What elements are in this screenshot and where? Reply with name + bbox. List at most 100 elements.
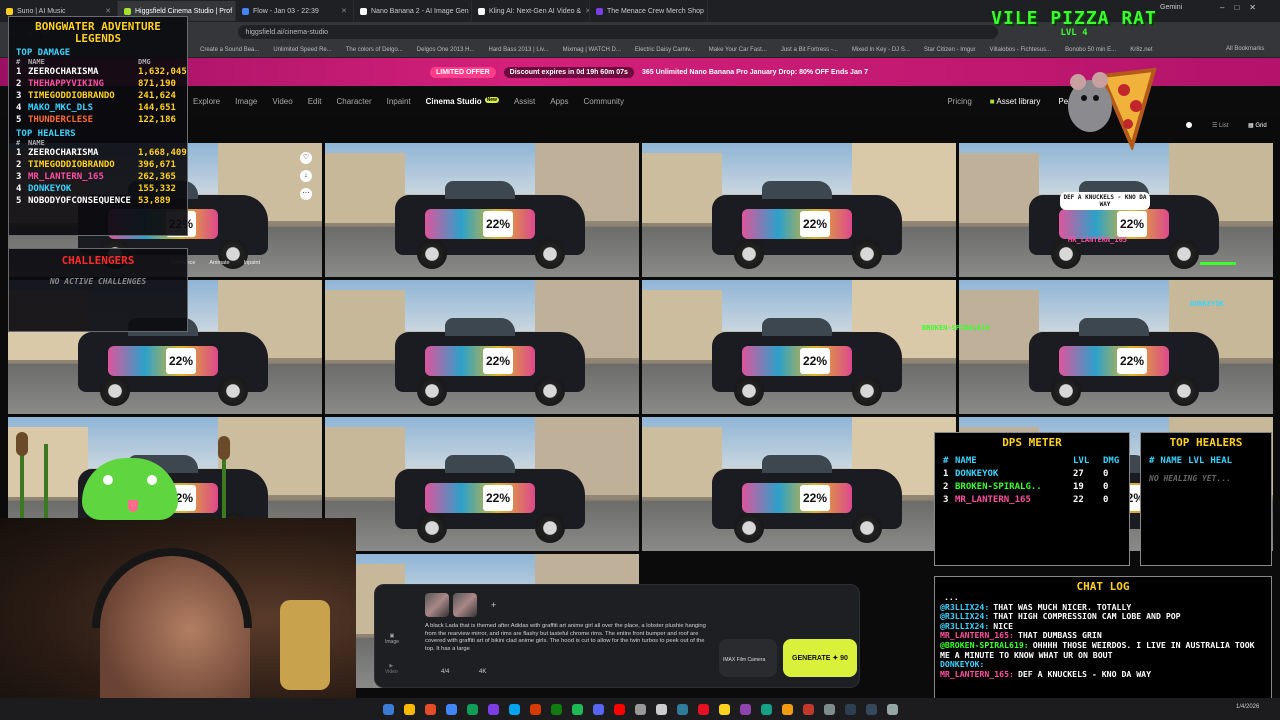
bookmark-item[interactable]: Hard Bass 2013 | Liv... xyxy=(488,47,548,53)
bookmark-item[interactable]: Unlimited Speed Re... xyxy=(273,47,331,53)
taskbar-app-icon[interactable] xyxy=(823,703,835,715)
list-view-button[interactable]: ☰ List xyxy=(1212,122,1228,129)
taskbar-app-icon[interactable] xyxy=(487,703,499,715)
bookmark-item[interactable]: Star Citizen - Imgur xyxy=(924,47,976,53)
dps-name: 2 BROKEN-SPIRALG.. xyxy=(943,481,1073,494)
batch-count[interactable]: 4/4 xyxy=(441,669,449,675)
asset-library-button[interactable]: ■ Asset library xyxy=(990,97,1041,106)
bookmark-item[interactable]: The colors of Delgo... xyxy=(346,47,403,53)
chat-line: MR_LANTERN_165: DEF A KNUCKELS - KNO DA W… xyxy=(935,669,1271,680)
taskbar-app-icon[interactable] xyxy=(550,703,562,715)
image-tile[interactable]: 22% xyxy=(959,280,1273,414)
inpaint-button[interactable]: Inpaint xyxy=(244,260,261,266)
nav-item[interactable]: Explore xyxy=(193,97,220,106)
url-field[interactable]: higgsfield.ai/cinema-studio xyxy=(237,25,998,39)
car-graffiti xyxy=(742,483,852,513)
image-tile[interactable]: 22% xyxy=(325,417,639,551)
window-controls[interactable]: –□✕ xyxy=(1220,3,1266,12)
nav-item[interactable]: Edit xyxy=(308,97,322,106)
bookmark-item[interactable]: Create a Sound Bea... xyxy=(200,47,259,53)
close-icon[interactable]: ✕ xyxy=(341,7,347,15)
nav-item[interactable]: Video xyxy=(272,97,292,106)
taskbar-app-icon[interactable] xyxy=(697,703,709,715)
image-tile[interactable]: 22% xyxy=(642,143,956,277)
taskbar-app-icon[interactable] xyxy=(655,703,667,715)
taskbar-app-icon[interactable] xyxy=(529,703,541,715)
bookmark-item[interactable]: Electric Daisy Carniv... xyxy=(635,47,695,53)
car-wheel xyxy=(734,239,764,269)
taskbar-app-icon[interactable] xyxy=(718,703,730,715)
taskbar-app-icon[interactable] xyxy=(445,703,457,715)
image-tile[interactable]: 22% xyxy=(325,143,639,277)
bookmark-item[interactable]: Villalobos - Fichtesus... xyxy=(990,47,1052,53)
bookmark-item[interactable]: Mixed In Key - DJ S... xyxy=(852,47,910,53)
bookmark-item[interactable]: Kr8z.net xyxy=(1130,47,1152,53)
pricing-link[interactable]: Pricing xyxy=(947,97,971,106)
taskbar-app-icon[interactable] xyxy=(424,703,436,715)
healers-list: 1 ZEEROCHARISMA 1,668,409 2 TIMEGODDIOBRANDO… xyxy=(9,147,187,207)
nav-item[interactable]: Cinema Studio New xyxy=(426,96,499,106)
prompt-textarea[interactable]: A black Lada that is themed after Adidas… xyxy=(425,623,707,663)
taskbar-app-icon[interactable] xyxy=(886,703,898,715)
taskbar-app-icon[interactable] xyxy=(802,703,814,715)
taskbar-app-icon[interactable] xyxy=(844,703,856,715)
nav-item[interactable]: Image xyxy=(235,97,257,106)
nav-item[interactable]: Apps xyxy=(550,97,568,106)
slider-handle[interactable] xyxy=(1186,122,1192,128)
taskbar-app-icon[interactable] xyxy=(865,703,877,715)
taskbar-app-icon[interactable] xyxy=(571,703,583,715)
taskbar-app-icon[interactable] xyxy=(592,703,604,715)
car-wheel xyxy=(535,239,565,269)
image-tile[interactable]: 22% xyxy=(642,417,956,551)
taskbar-app-icon[interactable] xyxy=(676,703,688,715)
taskbar-app-icon[interactable] xyxy=(781,703,793,715)
add-reference-button[interactable]: + xyxy=(491,600,496,610)
image-tile[interactable]: 22% xyxy=(642,280,956,414)
image-tile[interactable]: 22% xyxy=(959,143,1273,277)
nav-item[interactable]: Inpaint xyxy=(387,97,411,106)
taskbar-app-icon[interactable] xyxy=(508,703,520,715)
taskbar-app-icon[interactable] xyxy=(634,703,646,715)
generate-button[interactable]: GENERATE ✦ 90 xyxy=(783,639,857,677)
bookmark-item[interactable]: Delgos One 2013 H... xyxy=(417,47,475,53)
car-number-decal: 22% xyxy=(166,348,196,374)
col-heal: HEAL xyxy=(1210,456,1233,466)
damage-header: # NAME DMG xyxy=(9,58,187,66)
mode-image-tab[interactable]: ▣ Image xyxy=(385,633,399,645)
nav-item[interactable]: Assist xyxy=(514,97,535,106)
image-tile[interactable]: 22% xyxy=(325,280,639,414)
car-number-decal: 22% xyxy=(800,348,830,374)
browser-tab[interactable]: Kling AI: Next-Gen AI Video &✕ xyxy=(472,1,590,21)
taskbar-app-icon[interactable] xyxy=(760,703,772,715)
animate-button[interactable]: Animate xyxy=(209,260,229,266)
camera-select[interactable]: IMAX Film Camera xyxy=(719,639,777,677)
download-icon[interactable]: ↓ xyxy=(300,170,312,182)
close-icon[interactable]: ✕ xyxy=(105,7,111,15)
bookmark-item[interactable]: Just a Bit Fortress -... xyxy=(781,47,838,53)
browser-tab[interactable]: The Menace Crew Merch Shop✕ xyxy=(590,1,708,21)
bookmark-item[interactable]: Bonobo 50 min E... xyxy=(1065,47,1116,53)
leaderboard-row: 3 TIMEGODDIOBRANDO 241,624 xyxy=(9,90,187,102)
taskbar-app-icon[interactable] xyxy=(739,703,751,715)
browser-tab[interactable]: Flow - Jan 03 - 22:39 ✕ xyxy=(236,1,354,21)
taskbar-app-icon[interactable] xyxy=(403,703,415,715)
more-icon[interactable]: ⋯ xyxy=(300,188,312,200)
rank: 5 xyxy=(16,115,22,125)
grid-view-button[interactable]: ▦ Grid xyxy=(1248,122,1267,129)
background-building xyxy=(325,153,405,223)
taskbar-app-icon[interactable] xyxy=(466,703,478,715)
nav-item[interactable]: Character xyxy=(336,97,371,106)
bookmark-item[interactable]: Make Your Car Fast... xyxy=(709,47,767,53)
heart-icon[interactable]: ♡ xyxy=(300,152,312,164)
reference-thumb[interactable] xyxy=(453,593,477,617)
resolution-select[interactable]: 4K xyxy=(479,669,486,675)
bookmark-item[interactable]: Mixmag | WATCH D... xyxy=(563,47,621,53)
reference-thumb[interactable] xyxy=(425,593,449,617)
mode-video-tab[interactable]: ▶ Video xyxy=(385,663,398,675)
taskbar-app-icon[interactable] xyxy=(613,703,625,715)
all-bookmarks[interactable]: All Bookmarks xyxy=(1226,46,1264,52)
taskbar-app-icon[interactable] xyxy=(382,703,394,715)
car-wheel xyxy=(1051,376,1081,406)
browser-tab[interactable]: Nano Banana 2 - AI Image Gen✕ xyxy=(354,1,472,21)
nav-item[interactable]: Community xyxy=(584,97,624,106)
